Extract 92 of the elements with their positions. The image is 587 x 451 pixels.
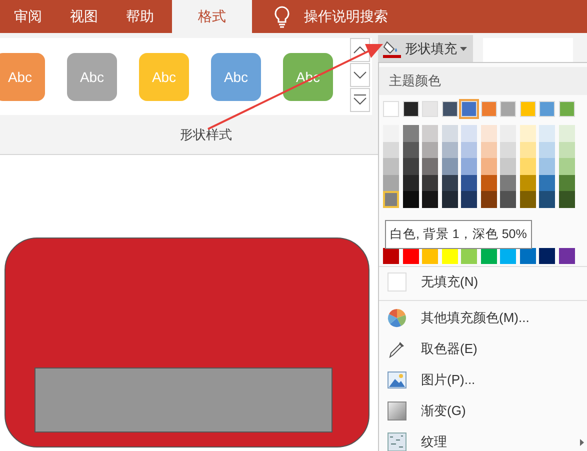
gradient-square-icon [387, 401, 407, 421]
color-swatch[interactable] [402, 174, 418, 191]
texture-icon [387, 432, 407, 451]
color-swatch[interactable] [442, 158, 458, 174]
section-heading: 主题颜色 [389, 72, 441, 90]
menu-item[interactable]: 其他填充颜色(M)... [379, 302, 587, 334]
menu-item[interactable]: 无填充(N) [379, 266, 587, 298]
color-swatch[interactable] [558, 248, 574, 264]
more-styles-button[interactable] [350, 88, 370, 112]
search-field[interactable]: 操作说明搜索 [274, 0, 388, 33]
ribbon-tab[interactable]: 视图 [56, 0, 112, 33]
color-swatch[interactable] [383, 142, 399, 158]
color-swatch[interactable] [422, 191, 438, 208]
expand-gallery-icon [353, 94, 367, 106]
menu-item[interactable]: 渐变(G) [379, 396, 587, 426]
color-swatch[interactable] [480, 191, 496, 208]
color-swatch[interactable] [461, 101, 477, 117]
color-swatch[interactable] [383, 101, 399, 117]
color-swatch[interactable] [480, 158, 496, 174]
caret-icon [460, 46, 467, 50]
color-swatch[interactable] [422, 125, 438, 142]
color-swatch[interactable] [558, 174, 574, 191]
color-swatch[interactable] [539, 142, 555, 158]
shape-style-option[interactable]: Abc [211, 52, 261, 100]
color-swatch[interactable] [539, 174, 555, 191]
picture-icon [387, 370, 407, 390]
color-swatch[interactable] [442, 142, 458, 158]
color-swatch[interactable] [539, 125, 555, 142]
group-label: 形状样式 [180, 126, 232, 144]
color-swatch[interactable] [402, 125, 418, 142]
scroll-down-button[interactable] [350, 63, 370, 87]
color-swatch[interactable] [500, 174, 516, 191]
color-swatch[interactable] [520, 158, 536, 174]
color-swatch[interactable] [442, 174, 458, 191]
lightbulb-icon [274, 6, 290, 28]
eyedropper-icon [387, 339, 407, 359]
color-swatch[interactable] [480, 101, 496, 117]
color-swatch[interactable] [520, 191, 536, 208]
color-swatch[interactable] [402, 191, 418, 208]
ribbon-tab[interactable]: 格式 [172, 0, 252, 33]
color-swatch[interactable] [520, 142, 536, 158]
menu-item[interactable]: 纹理 [379, 426, 587, 451]
color-swatch[interactable] [500, 191, 516, 208]
color-swatch[interactable] [422, 101, 438, 117]
color-swatch[interactable] [422, 174, 438, 191]
color-swatch[interactable] [461, 191, 477, 208]
chevron-up-icon [353, 45, 367, 55]
shape-fill-button[interactable]: 形状填充 [378, 35, 473, 62]
color-swatch[interactable] [383, 174, 399, 191]
menu-item[interactable]: 取色器(E) [379, 334, 587, 364]
color-swatch[interactable] [422, 142, 438, 158]
ribbon-tab[interactable]: 帮助 [112, 0, 168, 33]
chevron-down-icon [353, 70, 367, 80]
color-swatch[interactable] [461, 142, 477, 158]
color-swatch[interactable] [520, 248, 536, 264]
color-swatch[interactable] [383, 191, 399, 208]
color-swatch[interactable] [520, 174, 536, 191]
color-swatch[interactable] [402, 158, 418, 174]
color-swatch[interactable] [500, 125, 516, 142]
color-swatch[interactable] [383, 125, 399, 142]
color-swatch[interactable] [461, 174, 477, 191]
color-swatch[interactable] [500, 158, 516, 174]
tooltip: 白色, 背景 1，深色 50% [385, 220, 532, 248]
color-swatch[interactable] [461, 125, 477, 142]
color-swatch[interactable] [539, 248, 555, 264]
color-swatch[interactable] [480, 125, 496, 142]
color-swatch[interactable] [539, 101, 555, 117]
color-swatch[interactable] [500, 101, 516, 117]
color-swatch[interactable] [558, 191, 574, 208]
color-swatch[interactable] [539, 191, 555, 208]
color-swatch[interactable] [442, 125, 458, 142]
color-swatch[interactable] [461, 158, 477, 174]
color-swatch[interactable] [422, 158, 438, 174]
empty-square-icon [387, 272, 407, 292]
color-swatch[interactable] [558, 125, 574, 142]
color-swatch[interactable] [402, 142, 418, 158]
color-swatch[interactable] [520, 101, 536, 117]
color-swatch[interactable] [442, 191, 458, 208]
color-swatch[interactable] [442, 101, 458, 117]
color-swatch[interactable] [558, 158, 574, 174]
color-swatch[interactable] [520, 125, 536, 142]
color-swatch[interactable] [480, 174, 496, 191]
color-swatch[interactable] [539, 158, 555, 174]
ribbon-tab[interactable]: 审阅 [0, 0, 56, 33]
color-swatch[interactable] [383, 158, 399, 174]
color-wheel-icon [387, 308, 407, 328]
color-swatch[interactable] [480, 142, 496, 158]
color-swatch[interactable] [558, 142, 574, 158]
color-swatch[interactable] [500, 142, 516, 158]
menu-item[interactable]: 图片(P)... [379, 364, 587, 396]
color-swatch[interactable] [402, 101, 418, 117]
color-swatch[interactable] [558, 101, 574, 117]
